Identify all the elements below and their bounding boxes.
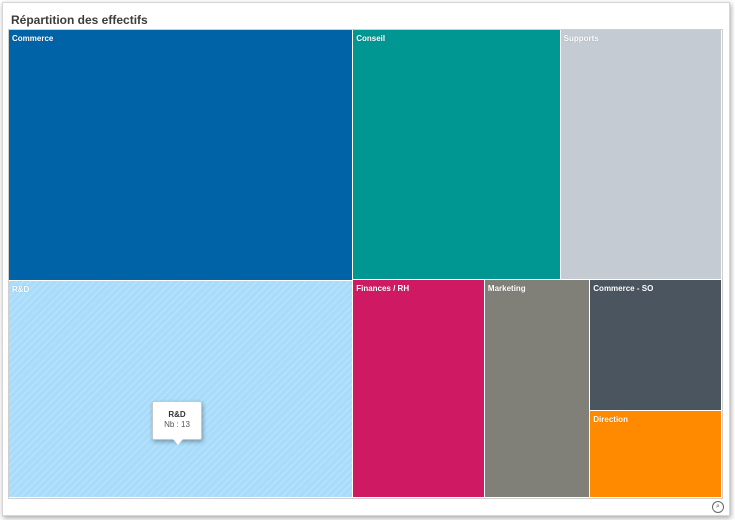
treemap-tile-supports[interactable]: Supports [560, 30, 722, 280]
treemap-plot: Commerce R&D Conseil Supports Finances / RH M… [8, 29, 723, 499]
tooltip-value: Nb : 13 [164, 420, 190, 429]
tile-label: Commerce [12, 34, 54, 43]
tile-label: Finances / RH [356, 283, 410, 293]
tooltip: R&D Nb : 13 [152, 401, 202, 445]
tile-label: Commerce - SO [593, 283, 654, 293]
tile-label: Conseil [356, 34, 386, 43]
tile-label: Direction [593, 414, 628, 424]
treemap-tile-randd[interactable]: R&D [9, 280, 354, 498]
tile-label: Supports [563, 34, 599, 43]
treemap-tile-direction[interactable]: Direction [590, 410, 722, 498]
zoom-icon[interactable]: ⌕ [712, 501, 724, 513]
treemap-tile-conseil[interactable]: Conseil [353, 30, 561, 280]
treemap-tile-finances-rh[interactable]: Finances / RH [353, 279, 485, 498]
chart-card: Répartition des effectifs Commerce R&D Con… [2, 2, 730, 516]
treemap-tile-commerce-so[interactable]: Commerce - SO [590, 279, 722, 411]
tooltip-name: R&D [168, 410, 186, 419]
chart-title: Répartition des effectifs [11, 13, 148, 27]
tile-label: Marketing [487, 283, 526, 293]
tile-label: R&D [12, 284, 30, 294]
treemap-tile-marketing[interactable]: Marketing [484, 279, 591, 498]
treemap-tile-commerce[interactable]: Commerce [9, 30, 354, 281]
